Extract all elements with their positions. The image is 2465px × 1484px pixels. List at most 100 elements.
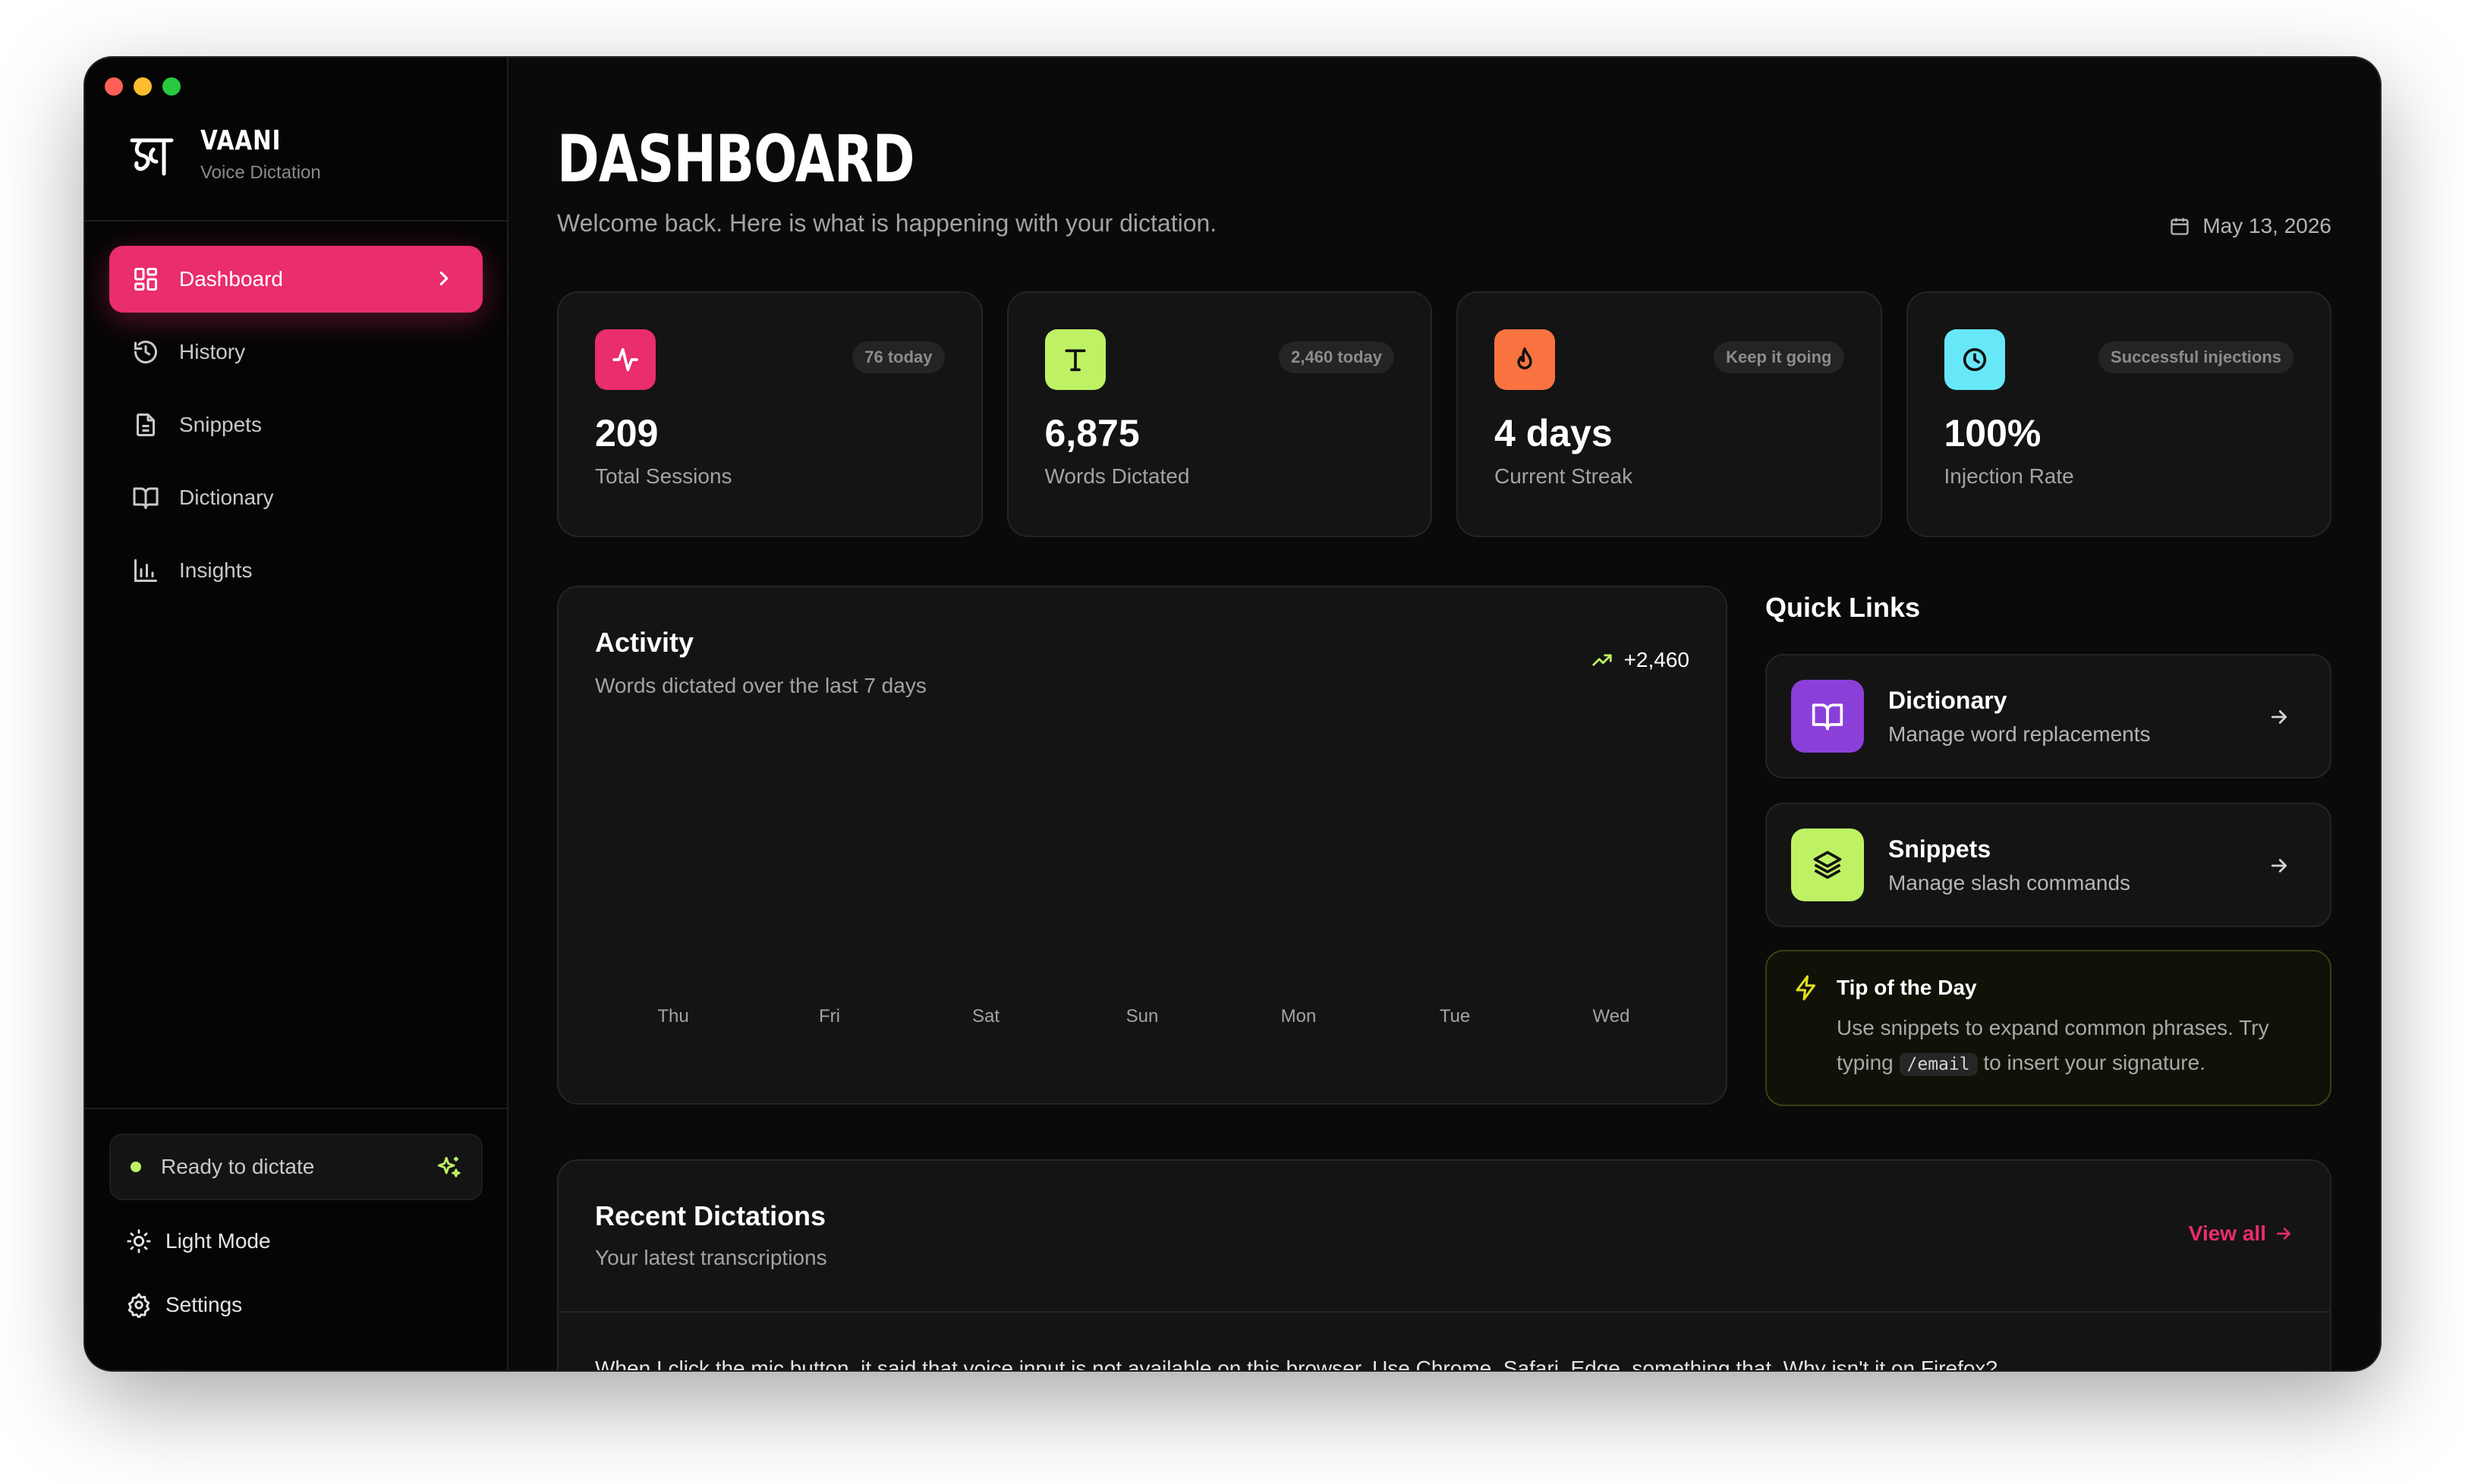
arrow-right-icon [2271,859,2287,872]
page-title: DASHBOARD [557,121,915,197]
recent-title: Recent Dictations [595,1200,826,1231]
sidebar-item-label: Snippets [179,413,262,436]
sun-icon [126,1228,152,1254]
dictation-row[interactable]: When I click the mic button, it said tha… [595,1357,1998,1370]
sidebar-item-snippets[interactable]: Snippets [109,391,483,458]
bar-chart-icon [132,557,159,584]
brand-name: VAANI [200,124,282,156]
quick-link-dictionary[interactable]: Dictionary Manage word replacements [1765,654,2331,778]
layers-icon [1791,828,1864,901]
sidebar-item-dictionary[interactable]: Dictionary [109,464,483,531]
book-icon [1791,680,1864,753]
settings-link[interactable]: Settings [109,1278,483,1332]
quick-link-subtitle: Manage word replacements [1888,722,2151,746]
main-content: DASHBOARD Welcome back. Here is what is … [508,58,2380,1370]
stat-card-injection: Successful injections 100% Injection Rat… [1906,291,2331,537]
light-mode-label: Light Mode [165,1229,271,1253]
minimize-window-button[interactable] [134,77,152,96]
calendar-icon [2169,215,2190,237]
stat-value: 209 [595,412,659,454]
maximize-window-button[interactable] [162,77,181,96]
tip-code: /email [1899,1053,1978,1076]
view-all-link[interactable]: View all [2189,1221,2293,1246]
page-subtitle: Welcome back. Here is what is happening … [557,209,1217,237]
day-label: Fri [819,1006,840,1027]
stat-value: 6,875 [1044,412,1140,454]
stat-label: Words Dictated [1044,464,1190,488]
recent-subtitle: Your latest transcriptions [595,1246,827,1269]
day-label: Tue [1439,1006,1471,1027]
day-label: Mon [1280,1006,1317,1027]
window-controls [105,77,181,96]
sidebar-item-label: Dictionary [179,486,274,509]
stat-label: Injection Rate [1944,464,2074,488]
stat-card-words: 2,460 today 6,875 Words Dictated [1006,291,1432,537]
tip-of-the-day: Tip of the Day Use snippets to expand co… [1765,950,2331,1106]
document-icon [132,411,159,439]
view-all-label: View all [2188,1221,2266,1245]
text-icon [1044,329,1106,390]
grid-icon [132,266,159,293]
sidebar-footer: Ready to dictate Light Mode Settings [85,1108,507,1370]
sidebar-item-label: Dashboard [179,267,283,291]
tip-title: Tip of the Day [1837,976,1977,999]
arrow-right-icon [2271,710,2287,724]
arrow-right-icon [2274,1224,2293,1243]
light-mode-toggle[interactable]: Light Mode [109,1214,483,1269]
day-label: Sat [971,1006,1000,1027]
recent-dictations-card: Recent Dictations Your latest transcript… [557,1159,2331,1370]
status-text: Ready to dictate [161,1155,315,1178]
activity-card: Activity Words dictated over the last 7 … [557,586,1727,1105]
stats-row: 76 today 209 Total Sessions 2,460 today … [557,291,2331,537]
sidebar-item-label: History [179,340,246,363]
close-window-button[interactable] [105,77,123,96]
tip-body: Use snippets to expand common phrases. T… [1837,1011,2304,1082]
chevron-right-icon [439,271,449,286]
current-date: May 13, 2026 [2169,214,2331,238]
stat-badge: 76 today [852,341,945,373]
quick-link-subtitle: Manage slash commands [1888,870,2131,894]
stat-card-streak: Keep it going 4 days Current Streak [1456,291,1882,537]
trend-value: +2,460 [1623,648,1689,671]
day-label: Thu [657,1006,689,1027]
history-icon [132,338,159,366]
sidebar-item-dashboard[interactable]: Dashboard [109,246,483,313]
quick-links-title: Quick Links [1765,592,1921,623]
day-label: Wed [1592,1006,1630,1027]
sidebar-item-insights[interactable]: Insights [109,537,483,604]
book-icon [132,484,159,511]
stat-card-sessions: 76 today 209 Total Sessions [557,291,983,537]
gear-icon [126,1292,152,1318]
status-dot [131,1162,141,1172]
stat-label: Total Sessions [595,464,732,488]
tip-text: to insert your signature. [1983,1051,2205,1074]
divider [559,1311,2330,1313]
clock-icon [1944,329,2005,390]
sidebar: VAANI Voice Dictation Dashboard History [85,58,508,1370]
activity-subtitle: Words dictated over the last 7 days [595,674,927,697]
vaani-logo-icon [130,138,174,176]
day-label: Sun [1125,1006,1159,1027]
activity-icon [595,329,656,390]
stat-badge: 2,460 today [1279,341,1394,373]
sidebar-item-history[interactable]: History [109,319,483,385]
activity-title: Activity [595,627,694,658]
trending-up-icon [1591,649,1613,671]
stat-value: 4 days [1494,412,1613,454]
activity-trend: +2,460 [1591,648,1689,672]
dictation-status: Ready to dictate [109,1133,483,1200]
stat-value: 100% [1944,412,2042,454]
app-window: VAANI Voice Dictation Dashboard History [85,58,2380,1370]
sparkles-icon [437,1156,461,1177]
settings-label: Settings [165,1293,243,1316]
brand-subtitle: Voice Dictation [200,162,321,183]
quick-link-snippets[interactable]: Snippets Manage slash commands [1765,803,2331,927]
flame-icon [1494,329,1555,390]
sidebar-nav: Dashboard History Snippets Dictionary In… [85,222,507,604]
lightning-icon [1793,974,1820,1001]
date-text: May 13, 2026 [2202,214,2331,237]
quick-link-title: Dictionary [1888,686,2007,714]
sidebar-item-label: Insights [179,558,253,582]
activity-day-labels: Thu Fri Sat Sun Mon Tue Wed [595,1006,1689,1027]
quick-link-title: Snippets [1888,835,1991,863]
